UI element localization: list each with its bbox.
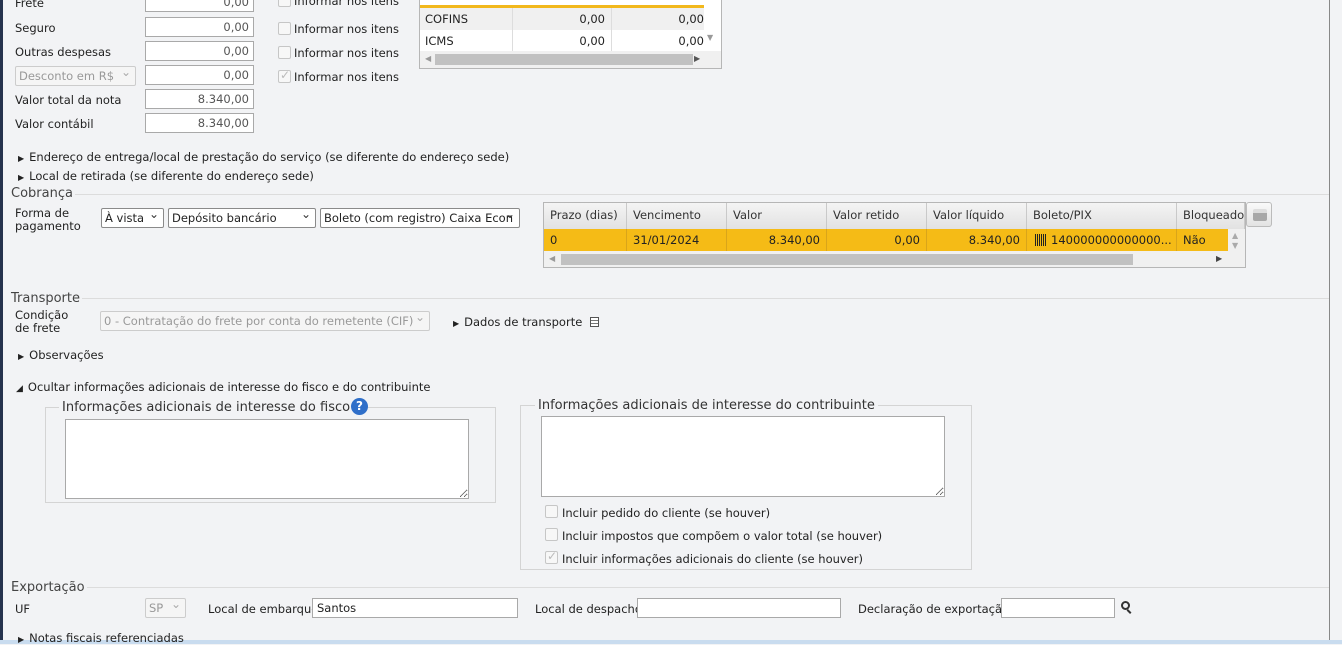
informar-frete-checkbox[interactable] — [278, 0, 291, 7]
informar-desconto-checkbox[interactable] — [278, 68, 291, 83]
contabil-input: 8.340,00 — [145, 113, 254, 133]
barcode-icon[interactable] — [1035, 234, 1047, 246]
condicao-frete-select[interactable]: 0 - Contratação do frete por conta do re… — [100, 311, 430, 331]
entrega-link[interactable]: ▶ Endereço de entrega/local de prestação … — [18, 150, 509, 164]
cobranca-title: Cobrança — [11, 186, 73, 201]
incluir-impostos-checkbox[interactable] — [545, 528, 558, 541]
col-bloqueado[interactable]: Bloqueado — [1177, 203, 1245, 229]
seguro-label: Seguro — [15, 21, 56, 35]
tax-grid: COFINS 0,00 0,00 ICMS 0,00 0,00 ▼ ◀ ▶ — [419, 0, 722, 69]
incluir-impostos-label: Incluir impostos que compõem o valor tot… — [562, 529, 883, 543]
contribuinte-legend: Informações adicionais de interesse do c… — [535, 398, 878, 413]
horizontal-scrollbar[interactable]: ◀ ▶ — [544, 251, 1228, 267]
informar-outras-label: Informar nos itens — [294, 46, 399, 60]
boleto-select[interactable]: Boleto (com registro) Caixa Econ — [320, 208, 520, 228]
retirada-link[interactable]: ▶ Local de retirada (se diferente do ende… — [18, 169, 314, 183]
frete-label: Frete — [15, 0, 44, 10]
col-valor-liquido[interactable]: Valor líquido — [927, 203, 1027, 229]
desconto-input[interactable]: 0,00 — [145, 65, 254, 85]
left-edge — [0, 0, 3, 644]
informar-outras-checkbox[interactable] — [278, 46, 291, 59]
frete-input[interactable]: 0,00 — [145, 0, 254, 12]
horizontal-scrollbar[interactable]: ◀ ▶ — [420, 51, 721, 68]
table-row[interactable]: COFINS 0,00 0,00 — [420, 8, 704, 30]
table-row[interactable]: ICMS 0,00 0,00 — [420, 30, 704, 51]
embarque-label: Local de embarque — [208, 602, 319, 616]
uf-label: UF — [15, 602, 31, 616]
incluir-info-cliente-checkbox[interactable] — [545, 549, 558, 564]
dados-transporte-link[interactable]: ▶ Dados de transporte — [453, 315, 599, 329]
despacho-label: Local de despacho — [535, 602, 642, 616]
document-icon[interactable] — [589, 317, 599, 327]
contabil-label: Valor contábil — [15, 117, 94, 131]
col-valor[interactable]: Valor — [727, 203, 827, 229]
right-edge — [1329, 0, 1330, 640]
print-button[interactable] — [1246, 202, 1272, 227]
informar-seguro-checkbox[interactable] — [278, 22, 291, 35]
declaracao-label: Declaração de exportação — [858, 602, 1010, 616]
incluir-info-cliente-label: Incluir informações adicionais do client… — [562, 552, 863, 566]
vertical-scrollbar[interactable]: ▲ ▼ — [1232, 231, 1238, 251]
desconto-select[interactable]: Desconto em R$ — [15, 66, 136, 86]
observacoes-link[interactable]: ▶ Observações — [18, 348, 104, 362]
fisco-legend: Informações adicionais de interesse do f… — [59, 400, 354, 415]
condicao-select[interactable]: À vista — [101, 208, 164, 228]
informar-frete-label: Informar nos itens — [294, 0, 399, 8]
printer-icon — [1253, 209, 1267, 221]
informar-seguro-label: Informar nos itens — [294, 22, 399, 36]
col-prazo[interactable]: Prazo (dias) — [544, 203, 627, 229]
table-row[interactable]: 0 31/01/2024 8.340,00 0,00 8.340,00 1400… — [544, 229, 1228, 251]
incluir-pedido-checkbox[interactable] — [545, 505, 558, 518]
embarque-input[interactable]: Santos — [312, 598, 518, 618]
col-valor-retido[interactable]: Valor retido — [827, 203, 927, 229]
meio-select[interactable]: Depósito bancário — [168, 208, 316, 228]
col-vencimento[interactable]: Vencimento — [627, 203, 727, 229]
total-label: Valor total da nota — [15, 93, 122, 107]
declaracao-input[interactable] — [1001, 598, 1115, 618]
help-icon[interactable]: ? — [351, 398, 368, 415]
notas-referenciadas-link[interactable]: ▶ Notas fiscais referenciadas — [18, 631, 184, 645]
scroll-down-icon[interactable]: ▼ — [707, 33, 713, 42]
search-icon[interactable] — [1121, 601, 1130, 610]
seguro-input[interactable]: 0,00 — [145, 17, 254, 37]
transporte-title: Transporte — [11, 291, 80, 306]
outras-input[interactable]: 0,00 — [145, 41, 254, 61]
forma-pagamento-label: Forma de pagamento — [15, 206, 81, 233]
total-input: 8.340,00 — [145, 89, 254, 109]
despacho-input[interactable] — [637, 598, 841, 618]
parcelas-grid: Prazo (dias) Vencimento Valor Valor reti… — [543, 202, 1246, 268]
uf-select[interactable]: SP — [145, 598, 186, 618]
fisco-textarea[interactable] — [65, 419, 469, 499]
incluir-pedido-label: Incluir pedido do cliente (se houver) — [562, 506, 771, 520]
condicao-frete-label: Condição de frete — [15, 308, 69, 335]
contribuinte-textarea[interactable] — [541, 416, 945, 497]
ocultar-info-link[interactable]: ◢ Ocultar informações adicionais de inter… — [16, 380, 430, 394]
exportacao-title: Exportação — [11, 580, 85, 595]
col-boleto[interactable]: Boleto/PIX — [1027, 203, 1177, 229]
informar-desconto-label: Informar nos itens — [294, 70, 399, 84]
bottom-bar — [0, 640, 1342, 644]
outras-label: Outras despesas — [15, 45, 112, 59]
